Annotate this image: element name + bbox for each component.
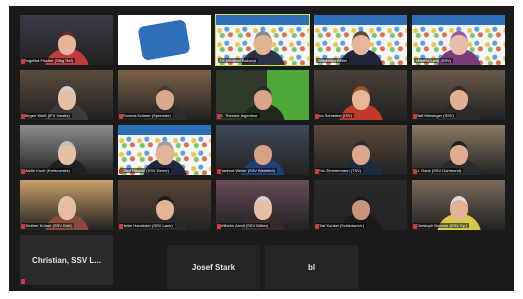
participant-nameplate: Hartmut Weiler (SSV Bielefeld): [218, 168, 277, 173]
mic-muted-icon: [315, 169, 319, 174]
participant-nameplate: Martina Lang (SSV): [414, 58, 454, 63]
mic-muted-icon: [217, 224, 221, 229]
mic-muted-icon: [21, 59, 25, 64]
virtual-background-banner: [216, 15, 309, 25]
virtual-background-banner: [412, 15, 505, 25]
participant-tile[interactable]: bl: [265, 245, 358, 289]
participant-nameplate: Günther Kröner (SSV Bühl): [22, 223, 75, 228]
mic-muted-icon: [413, 114, 417, 119]
participant-tile[interactable]: Angelika Fischer (Sfbg Ref): [20, 15, 113, 65]
club-logo-icon: [137, 19, 191, 61]
participant-tile[interactable]: Christoph Brunner (SSV Sp.): [412, 180, 505, 230]
participant-nameplate: Gerd Nicolay (SSV Herne): [120, 168, 171, 173]
mic-muted-icon: [217, 114, 221, 119]
participant-tile[interactable]: Christian, SSV L...: [20, 235, 113, 285]
participant-nameplate: Dr. Manfred Bakonyi: [218, 58, 259, 63]
participant-nameplate: Heike Hanrieder (SSV Lanh): [120, 223, 175, 228]
participant-tile[interactable]: Günther Kröner (SSV Bühl): [20, 180, 113, 230]
participant-tile[interactable]: Dr. Manfred Bakonyi: [215, 14, 310, 66]
participant-nameplate: Angelika Fischer (Sfbg Ref): [22, 58, 75, 63]
participant-tile[interactable]: Ralf Wiesinger (SSV): [412, 70, 505, 120]
participant-nameplate: Christoph Brunner (SSV Sp.): [414, 223, 470, 228]
participant-nameplate: Martin Koch (Kreisvorsitz): [22, 168, 72, 173]
participant-tile[interactable]: Martin Koch (Kreisvorsitz): [20, 125, 113, 175]
mic-muted-icon: [21, 224, 25, 229]
participant-tile[interactable]: Sebastian Keller: [314, 15, 407, 65]
participant-tile[interactable]: Jürgen Weiß (IFV Vorsitz): [20, 70, 113, 120]
mic-muted-icon: [217, 169, 221, 174]
participant-nameplate: Ina Schreiber (ISV): [316, 113, 355, 118]
mic-muted-icon: [119, 169, 123, 174]
participant-name: Christian, SSV L...: [32, 255, 101, 265]
participant-tile[interactable]: Eric Zimmermann (TSV): [314, 125, 407, 175]
mic-muted-icon: [21, 114, 25, 119]
mic-muted-icon: [315, 114, 319, 119]
participant-tile[interactable]: S. Theodor Ingenieur: [216, 70, 309, 120]
mic-muted-icon: [413, 224, 417, 229]
mic-muted-icon: [413, 169, 417, 174]
participant-tile[interactable]: Ina Schreiber (ISV): [314, 70, 407, 120]
mic-muted-icon: [21, 279, 25, 284]
participant-nameplate: Wilhelm Arndt (SSV Bötter): [218, 223, 271, 228]
participant-nameplate: U. Gans (SSV Dortmund): [414, 168, 464, 173]
meeting-window: Angelika Fischer (Sfbg Ref) Dr. Manfred B…: [9, 6, 514, 291]
participant-tile[interactable]: Josef Stark: [167, 245, 260, 289]
mic-muted-icon: [119, 224, 123, 229]
gallery-bottom-row: Josef Stark bl: [167, 245, 358, 289]
mic-muted-icon: [119, 114, 123, 119]
participant-nameplate: S. Theodor Ingenieur: [218, 113, 260, 118]
virtual-background-banner: [314, 15, 407, 25]
participant-nameplate: Jürgen Weiß (IFV Vorsitz): [22, 113, 72, 118]
participant-tile[interactable]: Martina Lang (SSV): [412, 15, 505, 65]
participant-nameplate: Sebastian Keller: [316, 58, 350, 63]
participant-tile[interactable]: U. Gans (SSV Dortmund): [412, 125, 505, 175]
participant-nameplate: Olaf Kunkel (Schiedsrich.): [316, 223, 367, 228]
participant-tile[interactable]: Olaf Kunkel (Schiedsrich.): [314, 180, 407, 230]
mic-muted-icon: [315, 224, 319, 229]
participant-tile[interactable]: Gerd Nicolay (SSV Herne): [118, 125, 211, 175]
participant-name: Josef Stark: [191, 262, 236, 272]
participant-nameplate: Thomas Krämer (Sprecher): [120, 113, 173, 118]
participant-tile[interactable]: Hartmut Weiler (SSV Bielefeld): [216, 125, 309, 175]
participant-tile[interactable]: Thomas Krämer (Sprecher): [118, 70, 211, 120]
virtual-background-banner: [118, 125, 211, 135]
participant-tile[interactable]: Wilhelm Arndt (SSV Bötter): [216, 180, 309, 230]
participant-name: bl: [307, 262, 316, 272]
participant-nameplate: Eric Zimmermann (TSV): [316, 168, 364, 173]
participant-tile[interactable]: [118, 15, 211, 65]
participant-tile[interactable]: Heike Hanrieder (SSV Lanh): [118, 180, 211, 230]
mic-muted-icon: [21, 169, 25, 174]
participant-nameplate: Ralf Wiesinger (SSV): [414, 113, 456, 118]
